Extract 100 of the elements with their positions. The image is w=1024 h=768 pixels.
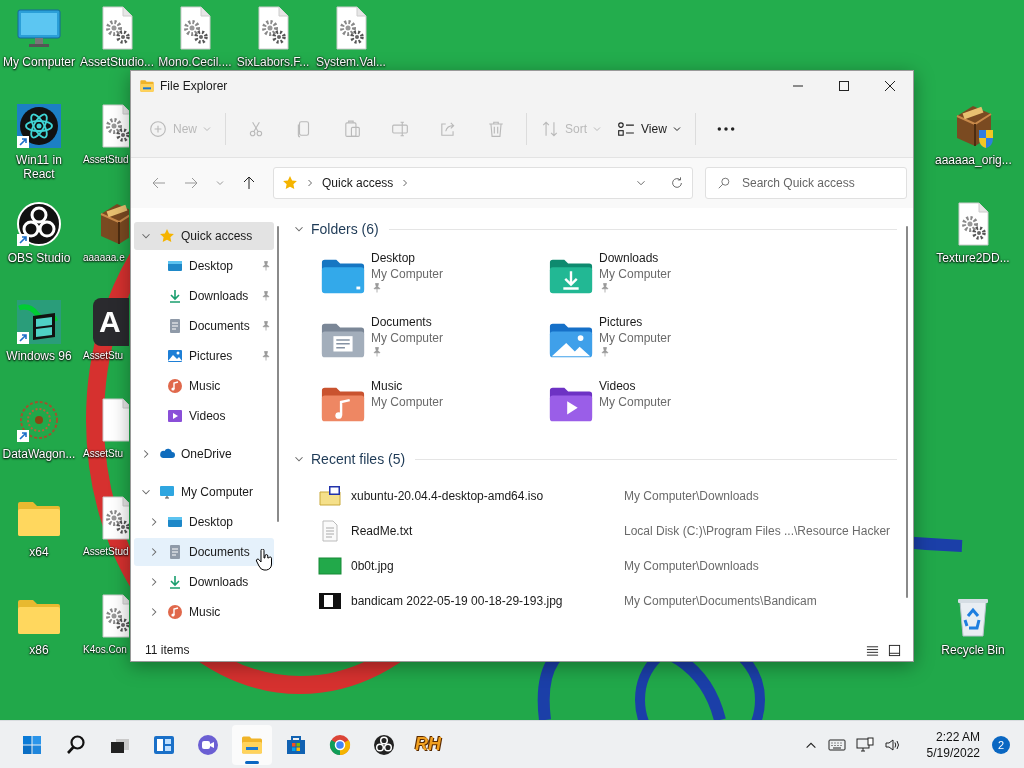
image-icon [167,348,183,364]
nav-item[interactable]: Desktop [134,252,274,280]
document-icon [167,544,183,560]
folder-location: My Computer [371,266,444,282]
pin-icon [260,320,272,332]
back-arrow-icon [151,175,167,191]
nav-item[interactable]: Quick access [134,222,274,250]
nav-item[interactable]: Pictures [134,342,274,370]
nav-item[interactable]: Music [134,598,274,626]
document-icon [167,318,183,334]
nav-item[interactable]: Downloads [134,568,274,596]
folder-name[interactable]: Pictures [599,314,643,330]
star-icon [159,228,175,244]
download-arrow-icon [167,288,183,304]
download-arrow-icon [167,574,183,590]
desktop-icon-label: aaaaaa.e [83,251,125,265]
desktop-icon-label: AssetStud [83,153,129,167]
folder-location: My Computer [599,266,672,282]
sort-arrows-icon [541,120,559,138]
chevron-down-icon [216,179,224,187]
folder-location: My Computer [371,330,444,346]
section-header[interactable]: Folders (6) [292,218,897,240]
desktop-icon-label: Mono.Cecil.... [157,55,233,69]
breadcrumb[interactable]: Quick access [322,176,394,190]
video-chat-icon [196,732,220,757]
nav-item[interactable]: Downloads [134,282,274,310]
desktop-icon-label: K4os.Con [83,643,127,657]
file-name[interactable]: bandicam 2022-05-19 00-18-29-193.jpg [351,593,624,608]
file-path: My Computer\Downloads [624,558,759,573]
desktop-icon-label: Recycle Bin [940,643,1006,657]
file-path: Local Disk (C:)\Program Files ...\Resource Hacker [624,523,891,538]
file-path: My Computer\Documents\Bandicam [624,593,817,608]
desktop-icon-label: aaaaaa_orig... [935,153,1011,167]
address-bar[interactable]: Quick access [273,167,693,199]
folder-location: My Computer [599,330,672,346]
desktop-icon-label: Windows 96 [5,349,73,363]
file-explorer-button[interactable] [232,724,272,765]
plus-circle-icon [149,120,167,138]
folder-name[interactable]: Desktop [371,250,416,266]
disc-image-icon [318,483,342,508]
scissors-icon [247,120,265,138]
folder-location: My Computer [371,394,444,410]
desktop-icon-label: Texture2DD... [935,251,1011,265]
file-name[interactable]: ReadMe.txt [351,523,624,538]
video-icon [167,408,183,424]
search-icon [717,176,731,190]
section-header[interactable]: Recent files (5) [292,448,897,470]
swirl-app-icon[interactable] [15,200,63,248]
speaker-icon [883,736,902,753]
tiles-icon [887,643,901,657]
desktop-icon-label: OBS Studio [6,251,72,265]
refresh-icon[interactable] [670,176,684,190]
desktop-icon-label: x64 [28,545,50,559]
folder-icon [139,78,155,94]
folder-name[interactable]: Videos [599,378,636,394]
swirl-app-icon [372,732,396,757]
file-name[interactable]: 0b0t.jpg [351,558,624,573]
nav-item[interactable]: Desktop [134,508,274,536]
nav-item[interactable]: Music [134,372,274,400]
desktop-icon-label: SixLabors.F... [235,55,311,69]
desktop-icon-label: System.Val... [315,55,387,69]
folder-name[interactable]: Documents [371,314,432,330]
nav-item[interactable]: Documents [134,538,274,566]
notification-badge[interactable]: 2 [992,735,1010,754]
browser-icon [328,732,352,757]
pin-icon [260,350,272,362]
pin-icon [260,290,272,302]
forward-arrow-icon [183,175,199,191]
desktop-icon-label: x86 [28,643,50,657]
search-field[interactable]: Search Quick access [705,167,907,199]
atom-app-icon[interactable] [15,102,63,150]
desktop-icon-label: DataWagon... [1,447,77,461]
network-monitor-icon [855,736,874,753]
nav-item[interactable]: Documents [134,312,274,340]
nav-item[interactable]: Videos [134,402,274,430]
nav-item[interactable]: My Computer [134,478,274,506]
app-logo[interactable]: A [93,298,129,346]
share-icon [439,120,457,138]
view-button[interactable]: View [611,112,687,146]
window-logo-icon[interactable] [15,298,63,346]
folder-name[interactable]: Music [371,378,403,394]
clock[interactable]: 2:22 AM 5/19/2022 [926,728,980,761]
up-arrow-icon [241,175,257,191]
scrollbar[interactable] [906,226,908,598]
window-title: File Explorer [160,79,228,93]
pin-icon [260,260,272,272]
monitor-icon [159,484,175,500]
music-note-icon [167,378,183,394]
folder-location: My Computer [599,394,672,410]
desktop-folder-icon [167,514,183,530]
folder-name[interactable]: Downloads [599,250,659,266]
scrollbar[interactable] [277,226,279,522]
desktop-icon-label: AssetStudio... [79,55,155,69]
music-note-icon [167,604,183,620]
desktop-icon-label: Win11 in React [15,153,63,181]
rename-icon [391,120,409,138]
file-name[interactable]: xubuntu-20.04.4-desktop-amd64.iso [351,488,624,503]
keyboard-icon [827,736,846,753]
desktop-folder-icon [167,258,183,274]
nav-item[interactable]: OneDrive [134,440,274,468]
